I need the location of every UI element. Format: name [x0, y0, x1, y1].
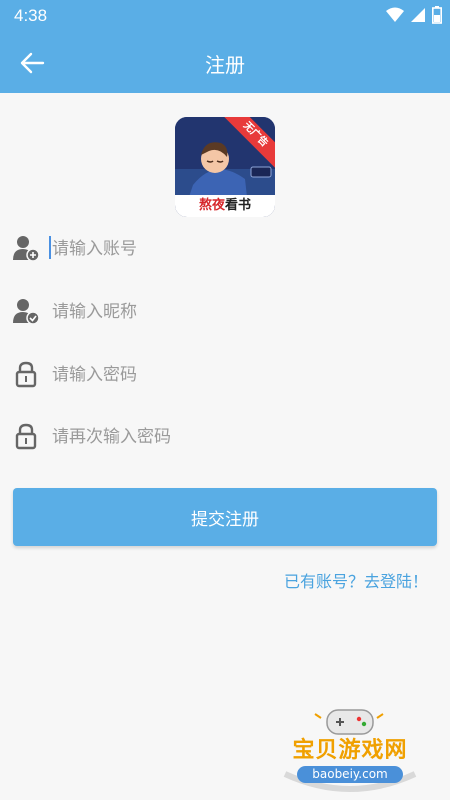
logo-name: 熬夜看书: [175, 195, 275, 217]
app-logo: 无广告 熬夜看书: [175, 117, 275, 217]
login-link[interactable]: 已有账号？去登陆！: [284, 568, 428, 592]
watermark-url: baobeiy.com: [297, 766, 403, 783]
user-check-icon: [13, 299, 40, 325]
status-bar: 4:38: [0, 0, 450, 32]
lock-icon: [15, 423, 37, 450]
status-icons: [386, 6, 442, 24]
password-field: [0, 352, 450, 396]
signal-icon: [411, 8, 425, 22]
nickname-input[interactable]: [50, 293, 414, 331]
text-cursor: [49, 236, 51, 259]
watermark: 宝贝游戏网 baobeiy.com: [275, 704, 425, 794]
lock-icon: [15, 361, 37, 388]
logo-name-red: 熬夜: [198, 198, 225, 213]
password-input[interactable]: [50, 356, 414, 394]
app-bar: 注册: [0, 32, 450, 93]
nickname-field: [0, 289, 450, 333]
page-title: 注册: [205, 53, 245, 77]
submit-register-button[interactable]: 提交注册: [13, 488, 437, 546]
password-confirm-field: [0, 414, 450, 458]
watermark-text: 宝贝游戏网: [292, 738, 408, 763]
account-field: [0, 226, 450, 270]
logo-name-dark: 看书: [225, 198, 252, 213]
wifi-icon: [386, 7, 404, 22]
battery-icon: [432, 6, 442, 24]
account-input[interactable]: [50, 230, 414, 268]
user-add-icon: [13, 236, 40, 262]
status-time: 4:38: [14, 6, 48, 25]
password-confirm-input[interactable]: [50, 418, 414, 456]
